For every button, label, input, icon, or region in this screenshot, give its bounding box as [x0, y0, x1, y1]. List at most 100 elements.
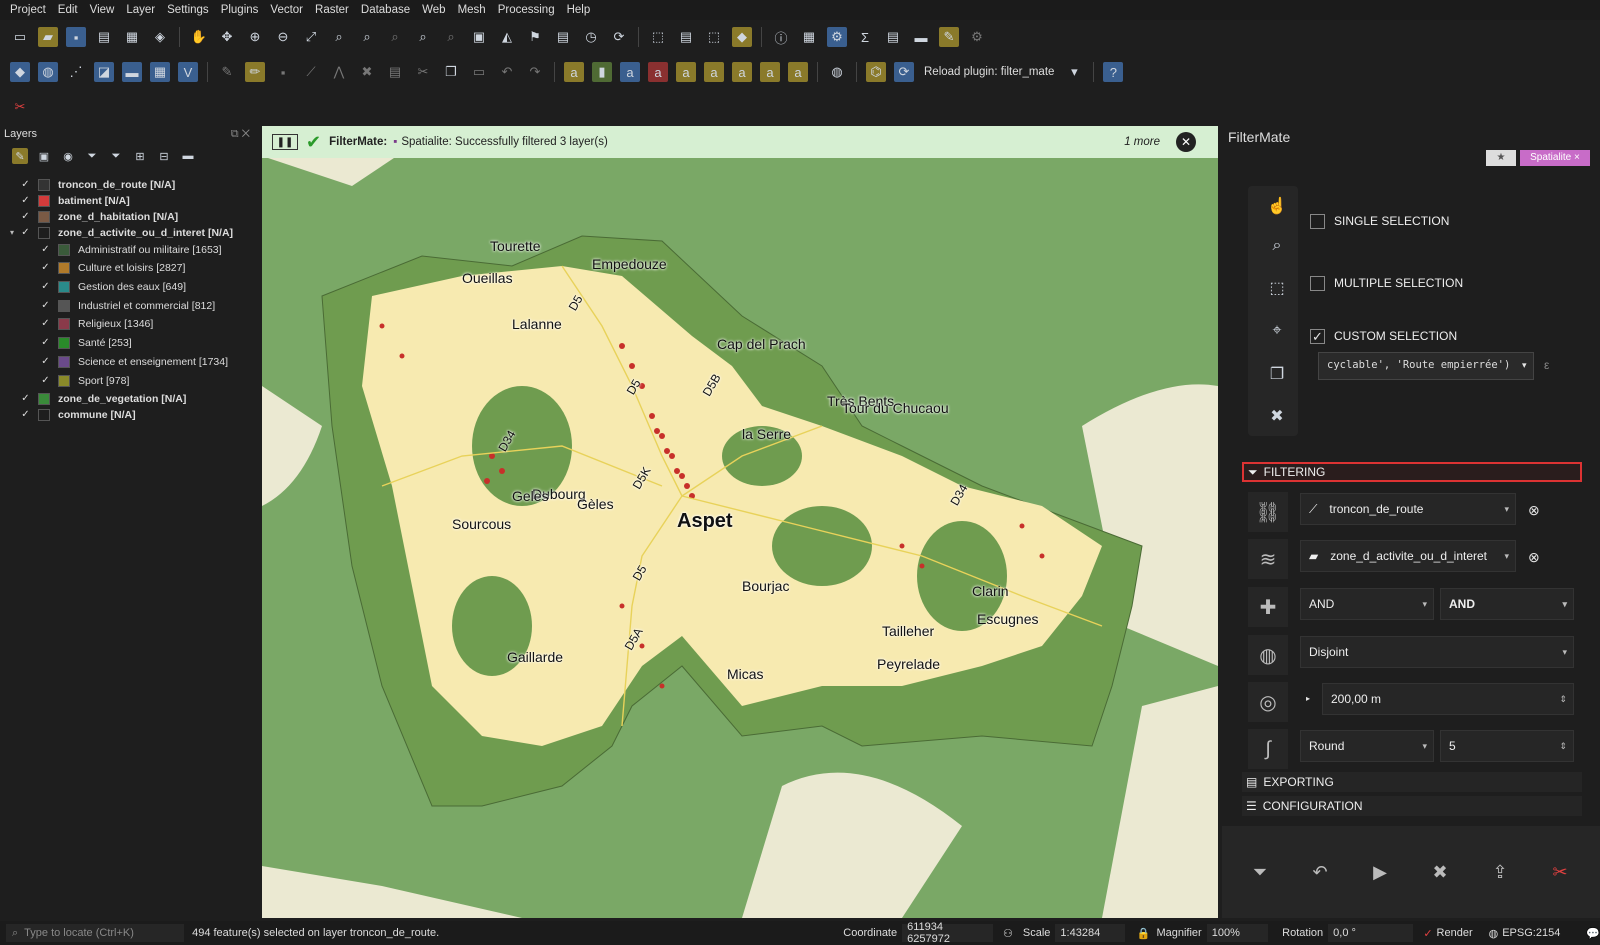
layer-visibility-checkbox[interactable]: ✓: [40, 337, 51, 348]
menu-layer[interactable]: Layer: [120, 4, 161, 16]
add-raster-icon[interactable]: ◪: [94, 62, 114, 82]
plugin-icon[interactable]: ◍: [827, 62, 847, 82]
rotation-field[interactable]: 0,0 °: [1328, 924, 1414, 942]
backend-badge[interactable]: Spatialite ×: [1520, 150, 1590, 166]
reload-plugin-icon[interactable]: ⟳: [894, 62, 914, 82]
field-calculator-icon[interactable]: ▦: [799, 27, 819, 47]
segments-input[interactable]: 5 ⇕: [1440, 730, 1574, 762]
layer-visibility-checkbox[interactable]: ✓: [20, 179, 31, 190]
hand-icon[interactable]: ☝: [1265, 194, 1289, 218]
style-manager-icon[interactable]: ◈: [150, 27, 170, 47]
add-layer-icon[interactable]: ◆: [10, 62, 30, 82]
apply-filter-icon[interactable]: ⏷: [1246, 858, 1274, 886]
cap-style-select[interactable]: Round ▾: [1300, 730, 1434, 762]
pan-icon[interactable]: ✋: [189, 27, 209, 47]
layers-link-icon[interactable]: ⛓: [1248, 492, 1288, 532]
copy-selection-icon[interactable]: ❐: [1265, 362, 1289, 386]
bookmarks-icon[interactable]: ▤: [553, 27, 573, 47]
target-icon-2[interactable]: ⊗: [1528, 549, 1540, 566]
paste-icon[interactable]: ▭: [469, 62, 489, 82]
undo-filter-icon[interactable]: ↶: [1306, 858, 1334, 886]
single-selection-checkbox[interactable]: [1310, 214, 1325, 229]
crs-icon[interactable]: ◍: [1489, 927, 1499, 940]
multiple-selection-label[interactable]: MULTIPLE SELECTION: [1334, 276, 1463, 290]
deselect-icon[interactable]: ⬚: [704, 27, 724, 47]
exporting-section[interactable]: ▤ EXPORTING: [1242, 772, 1582, 792]
custom-selection-checkbox[interactable]: ✓: [1310, 329, 1325, 344]
layer-row[interactable]: ✓ zone_de_vegetation [N/A]: [10, 390, 186, 407]
source-layer-select[interactable]: ⟋ troncon_de_route ▾: [1300, 493, 1516, 525]
layer-row[interactable]: ✓ Santé [253]: [40, 334, 132, 351]
select-by-value-icon[interactable]: ▤: [676, 27, 696, 47]
copy-icon[interactable]: ❐: [441, 62, 461, 82]
export-action-icon[interactable]: ⇪: [1486, 858, 1514, 886]
new-project-icon[interactable]: ▭: [10, 27, 30, 47]
delete-selected-icon[interactable]: ✖: [357, 62, 377, 82]
lock-icon[interactable]: 🔒: [1137, 927, 1151, 940]
zoom-selection-icon[interactable]: ⌖: [1265, 319, 1289, 343]
globe-icon[interactable]: ◍: [1248, 635, 1288, 675]
coordinate-field[interactable]: 611934 6257972: [902, 921, 994, 945]
menu-help[interactable]: Help: [561, 4, 597, 16]
target-layer-select[interactable]: ▰ zone_d_activite_ou_d_interet ▾: [1300, 540, 1516, 572]
clear-selection-icon[interactable]: ✖: [1265, 404, 1289, 428]
cut-icon[interactable]: ✂: [413, 62, 433, 82]
menu-settings[interactable]: Settings: [161, 4, 215, 16]
temporal-icon[interactable]: ◷: [581, 27, 601, 47]
add-mesh-icon[interactable]: ▬: [122, 62, 142, 82]
zoom-native-icon[interactable]: ⌕: [385, 27, 405, 47]
target-icon-1[interactable]: ⊗: [1528, 502, 1540, 519]
new-map-view-icon[interactable]: ▣: [469, 27, 489, 47]
digitize-icon[interactable]: ⟋: [301, 62, 321, 82]
filtering-section[interactable]: ⏷ FILTERING: [1242, 462, 1582, 482]
crs-toggle-icon[interactable]: ⚇: [1003, 927, 1013, 940]
curve-icon[interactable]: ∫: [1248, 729, 1288, 769]
expression-builder-icon[interactable]: ε: [1544, 358, 1549, 372]
print-layout-icon[interactable]: ▤: [94, 27, 114, 47]
save-edits-icon[interactable]: ▪: [273, 62, 293, 82]
zoom-selection-icon[interactable]: ⌕: [329, 27, 349, 47]
expand-icon[interactable]: ▾: [10, 228, 20, 237]
layer-visibility-checkbox[interactable]: ✓: [20, 195, 31, 206]
select-rect-icon[interactable]: ⬚: [1265, 276, 1289, 300]
zoom-full-icon[interactable]: ⤢: [301, 27, 321, 47]
menu-raster[interactable]: Raster: [309, 4, 355, 16]
zoom-layer-icon[interactable]: ⌕: [357, 27, 377, 47]
combine-operator-icon[interactable]: ✚: [1248, 587, 1288, 627]
layer-visibility-checkbox[interactable]: ✓: [40, 356, 51, 367]
filtermate-icon[interactable]: ✂: [10, 97, 30, 117]
label-icon[interactable]: a: [564, 62, 584, 82]
expression-input[interactable]: cyclable', 'Route empierrée'): [1318, 352, 1534, 380]
redo-filter-icon[interactable]: ▶: [1366, 858, 1394, 886]
toggle-editing-icon[interactable]: ✏: [245, 62, 265, 82]
layer-row[interactable]: ✓ Culture et loisirs [2827]: [40, 259, 185, 276]
layer-row[interactable]: ✓ Industriel et commercial [812]: [40, 297, 215, 314]
layer-row[interactable]: ✓ batiment [N/A]: [10, 192, 130, 209]
label-change-icon[interactable]: a: [732, 62, 752, 82]
label-pin-icon[interactable]: a: [620, 62, 640, 82]
custom-selection-label[interactable]: CUSTOM SELECTION: [1334, 329, 1457, 343]
operator-select-1[interactable]: AND ▾: [1300, 588, 1434, 620]
operator-select-2[interactable]: AND ▾: [1440, 588, 1574, 620]
single-selection-label[interactable]: SINGLE SELECTION: [1334, 214, 1449, 228]
layer-visibility-checkbox[interactable]: ✓: [40, 281, 51, 292]
menu-project[interactable]: Project: [4, 4, 52, 16]
layer-row[interactable]: ✓ Gestion des eaux [649]: [40, 278, 186, 295]
label-move-icon[interactable]: a: [676, 62, 696, 82]
identify-icon[interactable]: ⓘ: [771, 27, 791, 47]
menu-view[interactable]: View: [84, 4, 121, 16]
layer-visibility-checkbox[interactable]: ✓: [20, 211, 31, 222]
zoom-last-icon[interactable]: ⌕: [413, 27, 433, 47]
python-icon[interactable]: ⌬: [866, 62, 886, 82]
layer-visibility-checkbox[interactable]: ✓: [40, 262, 51, 273]
menu-mesh[interactable]: Mesh: [452, 4, 492, 16]
add-delimited-icon[interactable]: ▦: [150, 62, 170, 82]
bookmark-icon[interactable]: ⚑: [525, 27, 545, 47]
refresh-icon[interactable]: ⟳: [609, 27, 629, 47]
chevron-down-icon[interactable]: ▾: [1064, 62, 1084, 82]
about-icon[interactable]: ✂: [1546, 858, 1574, 886]
vertex-tool-icon[interactable]: ⋀: [329, 62, 349, 82]
zoom-next-icon[interactable]: ⌕: [441, 27, 461, 47]
reload-plugin-label[interactable]: Reload plugin: filter_mate: [924, 66, 1054, 78]
filter-expression-icon[interactable]: ⏷: [108, 148, 124, 164]
